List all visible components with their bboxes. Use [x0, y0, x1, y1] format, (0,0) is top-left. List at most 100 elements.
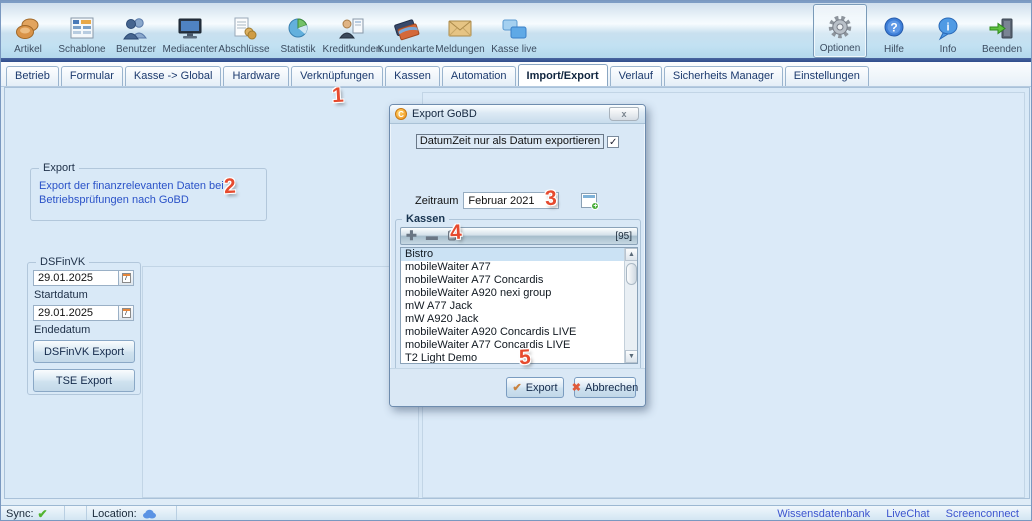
calendar-picker-icon[interactable]: +: [581, 193, 597, 208]
toolbar-label: Kreditkunden: [323, 44, 382, 55]
sync-label: Sync:: [6, 508, 34, 520]
screenconnect-link[interactable]: Screenconnect: [946, 508, 1019, 520]
abbrechen-button[interactable]: ✖ Abbrechen: [574, 377, 636, 398]
kassen-list-item[interactable]: mobileWaiter A77: [401, 261, 637, 274]
main-toolbar: Artikel Schablone Benutzer Mediacenter A…: [1, 1, 1032, 58]
export-check-icon: ✔: [512, 381, 521, 394]
tab-kassen[interactable]: Kassen: [385, 66, 440, 86]
scroll-up-icon[interactable]: ▲: [625, 248, 638, 261]
toolbar-label: Kasse live: [491, 44, 537, 55]
dialog-titlebar[interactable]: C Export GoBD: [390, 105, 645, 124]
toolbar-item-beenden[interactable]: Beenden: [975, 6, 1029, 58]
settings-tabbar: Betrieb Formular Kasse -> Global Hardwar…: [1, 62, 1032, 87]
kassen-list-item[interactable]: Bistro: [401, 248, 637, 261]
toolbar-label: Kundenkarte: [378, 44, 435, 55]
toolbar-item-artikel[interactable]: Artikel: [1, 6, 55, 58]
remove-icon[interactable]: ▬: [426, 230, 438, 242]
datum-checkbox-label: DatumZeit nur als Datum exportieren: [416, 134, 604, 149]
toolbar-label: Abschlüsse: [218, 44, 269, 55]
kassen-count-badge: [95]: [615, 231, 632, 242]
toolbar-item-info[interactable]: i Info: [921, 6, 975, 58]
abbrechen-button-label: Abbrechen: [585, 382, 638, 394]
statusbar: Sync: ✔ Location: Wissensdatenbank LiveC…: [1, 505, 1032, 521]
wissensdatenbank-link[interactable]: Wissensdatenbank: [777, 508, 870, 520]
toolbar-item-mediacenter[interactable]: Mediacenter: [163, 6, 217, 58]
annotation-2: 2: [223, 175, 236, 200]
tab-verlauf[interactable]: Verlauf: [610, 66, 662, 86]
zeitraum-row: Zeitraum +: [415, 192, 597, 209]
toolbar-item-meldungen[interactable]: Meldungen: [433, 6, 487, 58]
cloud-icon: [142, 509, 157, 519]
tab-betrieb[interactable]: Betrieb: [6, 66, 59, 86]
toolbar-label: Beenden: [982, 44, 1022, 55]
export-button[interactable]: ✔ Export: [506, 377, 564, 398]
pie-chart-icon: [282, 14, 314, 44]
info-bubble-icon: i: [932, 14, 964, 44]
startdatum-calendar-button[interactable]: 7: [119, 270, 134, 286]
tab-hardware[interactable]: Hardware: [223, 66, 289, 86]
startdatum-input[interactable]: [33, 270, 119, 286]
export-button-label: Export: [526, 382, 558, 394]
kassen-list-item[interactable]: mW A920 Jack: [401, 313, 637, 326]
dsfinvk-export-button[interactable]: DSFinVK Export: [33, 340, 135, 363]
kassen-list-item[interactable]: mobileWaiter A920 nexi group: [401, 287, 637, 300]
help-icon: ?: [878, 14, 910, 44]
endedatum-input[interactable]: [33, 305, 119, 321]
kassen-list-item[interactable]: mobileWaiter A920 Concardis LIVE: [401, 326, 637, 339]
dialog-close-button[interactable]: x: [609, 107, 639, 121]
startdatum-label: Startdatum: [34, 289, 88, 301]
toolbar-item-abschluesse[interactable]: Abschlüsse: [217, 6, 271, 58]
calendar-icon: 7: [122, 273, 131, 283]
tab-formular[interactable]: Formular: [61, 66, 123, 86]
tab-einstellungen[interactable]: Einstellungen: [785, 66, 869, 86]
middle-panel: [142, 266, 419, 498]
toolbar-item-kreditkunden[interactable]: Kreditkunden: [325, 6, 379, 58]
toolbar-item-kundenkarte[interactable]: Kundenkarte: [379, 6, 433, 58]
dialog-title: Export GoBD: [412, 108, 477, 120]
gobd-export-link-line1: Export der finanzrelevanten Daten bei: [39, 179, 224, 193]
plus-icon: +: [591, 202, 599, 210]
live-screens-icon: [498, 14, 530, 44]
toolbar-item-benutzer[interactable]: Benutzer: [109, 6, 163, 58]
users-icon: [120, 14, 152, 44]
kassen-scrollbar[interactable]: ▲ ▼: [624, 248, 637, 363]
annotation-3: 3: [544, 187, 557, 212]
export-gobd-dialog: C Export GoBD x DatumZeit nur als Datum …: [389, 104, 646, 407]
kassen-list-item[interactable]: mobileWaiter A77 Concardis: [401, 274, 637, 287]
template-grid-icon: [66, 14, 98, 44]
toolbar-label: Info: [940, 44, 957, 55]
toolbar-label: Mediacenter: [162, 44, 217, 55]
tab-sicherheits-manager[interactable]: Sicherheits Manager: [664, 66, 783, 86]
monitor-icon: [174, 14, 206, 44]
tab-import-export[interactable]: Import/Export: [518, 64, 608, 86]
toolbar-item-statistik[interactable]: Statistik: [271, 6, 325, 58]
gear-icon: [824, 13, 856, 43]
zeitraum-label: Zeitraum: [415, 195, 458, 207]
kassen-list-item[interactable]: mW A77 Jack: [401, 300, 637, 313]
exit-door-icon: [986, 14, 1018, 44]
tab-kasse-global[interactable]: Kasse -> Global: [125, 66, 222, 86]
endedatum-calendar-button[interactable]: 7: [119, 305, 134, 321]
toolbar-item-hilfe[interactable]: ? Hilfe: [867, 6, 921, 58]
envelope-icon: [444, 14, 476, 44]
scrollbar-thumb[interactable]: [626, 263, 637, 285]
toolbar-label: Benutzer: [116, 44, 156, 55]
sync-check-icon: ✔: [38, 507, 48, 521]
scroll-down-icon[interactable]: ▼: [625, 350, 638, 363]
kassen-group-title: Kassen: [402, 213, 449, 225]
datum-checkbox[interactable]: ✓: [607, 136, 619, 148]
livechat-link[interactable]: LiveChat: [886, 508, 929, 520]
toolbar-item-schablone[interactable]: Schablone: [55, 6, 109, 58]
cancel-x-icon: ✖: [572, 381, 581, 394]
toolbar-label: Meldungen: [435, 44, 484, 55]
add-icon[interactable]: ✚: [406, 230, 417, 242]
toolbar-item-kasse-live[interactable]: Kasse live: [487, 6, 541, 58]
toolbar-item-optionen[interactable]: Optionen: [813, 4, 867, 58]
gobd-export-link-line2: Betriebsprüfungen nach GoBD: [39, 193, 224, 207]
tab-automation[interactable]: Automation: [442, 66, 516, 86]
tse-export-button[interactable]: TSE Export: [33, 369, 135, 392]
gobd-export-link[interactable]: Export der finanzrelevanten Daten bei Be…: [39, 179, 224, 207]
location-status: Location:: [87, 506, 177, 521]
toolbar-label: Artikel: [14, 44, 42, 55]
endedatum-label: Endedatum: [34, 324, 90, 336]
